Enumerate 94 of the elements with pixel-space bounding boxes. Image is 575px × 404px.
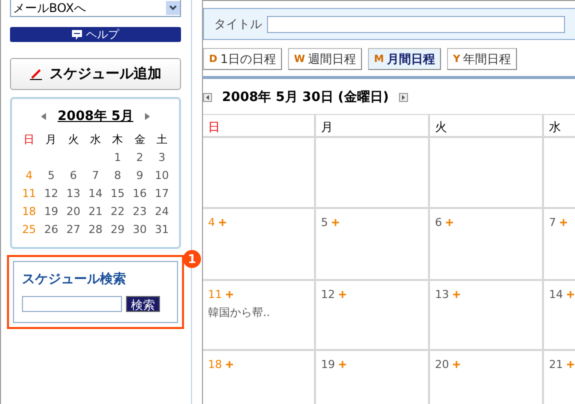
day-number[interactable]: 14 [549, 288, 563, 301]
calendar-cell[interactable] [430, 138, 544, 209]
view-tab[interactable]: Y 年間日程 [446, 48, 518, 70]
calendar-day[interactable]: 27 [62, 223, 84, 237]
speech-bubble-icon [72, 30, 82, 40]
calendar-cell[interactable]: 7 [544, 209, 575, 281]
plus-icon[interactable] [453, 361, 460, 368]
calendar-day[interactable]: 12 [40, 187, 62, 201]
day-number[interactable]: 13 [435, 288, 449, 301]
calendar-day[interactable]: 10 [150, 169, 173, 183]
calendar-day[interactable]: 31 [150, 223, 173, 237]
weekday-header: 火 [430, 115, 544, 138]
plus-icon[interactable] [446, 219, 453, 226]
day-number[interactable]: 20 [435, 358, 449, 371]
calendar-day[interactable]: 29 [106, 223, 129, 237]
current-date: 2008年 5月 30日 (金曜日) [222, 89, 389, 106]
day-number[interactable]: 7 [549, 216, 556, 229]
day-number[interactable]: 12 [321, 288, 335, 301]
calendar-day[interactable]: 6 [62, 169, 84, 183]
plus-icon[interactable] [339, 291, 346, 298]
calendar-cell[interactable]: 5 [316, 209, 430, 281]
calendar-cell[interactable]: 6 [430, 209, 544, 281]
calendar-day[interactable]: 21 [84, 205, 107, 219]
calendar-cell[interactable]: 13 [430, 281, 544, 351]
weekday-label: 日 [22, 133, 36, 147]
view-tab[interactable]: W 週間日程 [288, 48, 362, 70]
next-month-icon[interactable] [145, 112, 150, 120]
pencil-icon [30, 68, 42, 80]
calendar-day[interactable]: 13 [62, 187, 84, 201]
search-field[interactable] [22, 296, 122, 312]
calendar-day[interactable]: 24 [150, 205, 173, 219]
plus-icon[interactable] [339, 361, 346, 368]
day-number[interactable]: 21 [549, 358, 563, 371]
calendar-day[interactable]: 7 [84, 169, 107, 183]
view-tab[interactable]: M 月間日程 [368, 48, 441, 70]
calendar-day[interactable]: 9 [128, 169, 151, 183]
weekday-header: 水 [544, 115, 575, 138]
calendar-day[interactable]: 28 [84, 223, 107, 237]
calendar-day[interactable]: 14 [84, 187, 107, 201]
calendar-cell[interactable]: 11 韓国から帮.. [203, 281, 316, 351]
calendar-day[interactable]: 23 [128, 205, 151, 219]
add-schedule-button[interactable]: スケジュール追加 [10, 58, 181, 90]
calendar-cell[interactable]: 19 [316, 351, 430, 404]
calendar-day[interactable]: 17 [150, 187, 173, 201]
mail-dropdown[interactable]: メールBOXへ [10, 0, 181, 17]
help-button[interactable]: ヘルプ [10, 27, 181, 42]
calendar-cell[interactable]: 21 [544, 351, 575, 404]
calendar-cell[interactable]: 12 [316, 281, 430, 351]
weekday-header: 日 [203, 115, 316, 138]
plus-icon[interactable] [567, 291, 574, 298]
calendar-cell[interactable]: 20 [430, 351, 544, 404]
weekday-label: 水 [88, 133, 102, 147]
plus-icon[interactable] [226, 361, 233, 368]
title-label: タイトル [214, 16, 262, 32]
calendar-day[interactable]: 1 [106, 151, 129, 165]
view-tab[interactable]: D 1日の日程 [203, 48, 282, 70]
calendar-day[interactable]: 19 [40, 205, 62, 219]
prev-day-icon[interactable] [203, 92, 212, 102]
weekday-header: 月 [316, 115, 430, 138]
calendar-cell[interactable] [316, 138, 430, 209]
calendar-day[interactable]: 26 [40, 223, 62, 237]
prev-month-icon[interactable] [40, 112, 46, 120]
plus-icon[interactable] [453, 291, 460, 298]
plus-icon[interactable] [226, 291, 233, 298]
weekday-label: 月 [44, 133, 58, 147]
weekday-label: 土 [155, 133, 168, 147]
weekday-label: 木 [111, 133, 124, 147]
month-title[interactable]: 2008年 5月 [58, 107, 134, 125]
callout-badge: 1 [183, 250, 201, 268]
event-entry[interactable]: 韓国から帮.. [208, 305, 309, 320]
plus-icon[interactable] [567, 361, 574, 368]
weekday-label: 火 [66, 133, 80, 147]
plus-icon[interactable] [332, 219, 339, 226]
calendar-day[interactable]: 3 [150, 151, 173, 165]
calendar-day[interactable]: 5 [40, 169, 62, 183]
calendar-cell[interactable] [203, 138, 316, 209]
calendar-cell[interactable]: 14 [544, 281, 575, 351]
calendar-day[interactable]: 15 [106, 187, 129, 201]
day-number[interactable]: 19 [321, 358, 335, 371]
calendar-day[interactable]: 8 [106, 169, 129, 183]
calendar-day[interactable]: 22 [106, 205, 129, 219]
day-number[interactable]: 6 [435, 216, 442, 229]
calendar-day[interactable]: 30 [128, 223, 151, 237]
day-number[interactable]: 5 [321, 216, 328, 229]
title-field[interactable] [267, 16, 565, 32]
search-title: スケジュール検索 [22, 270, 127, 288]
calendar-day[interactable]: 16 [128, 187, 151, 201]
calendar-day[interactable]: 20 [62, 205, 84, 219]
next-day-icon[interactable] [398, 92, 408, 102]
search-button[interactable]: 検索 [126, 296, 160, 312]
weekday-label: 金 [133, 133, 146, 147]
calendar-day[interactable]: 2 [128, 151, 151, 165]
plus-icon[interactable] [560, 219, 567, 226]
plus-icon[interactable] [219, 219, 226, 226]
